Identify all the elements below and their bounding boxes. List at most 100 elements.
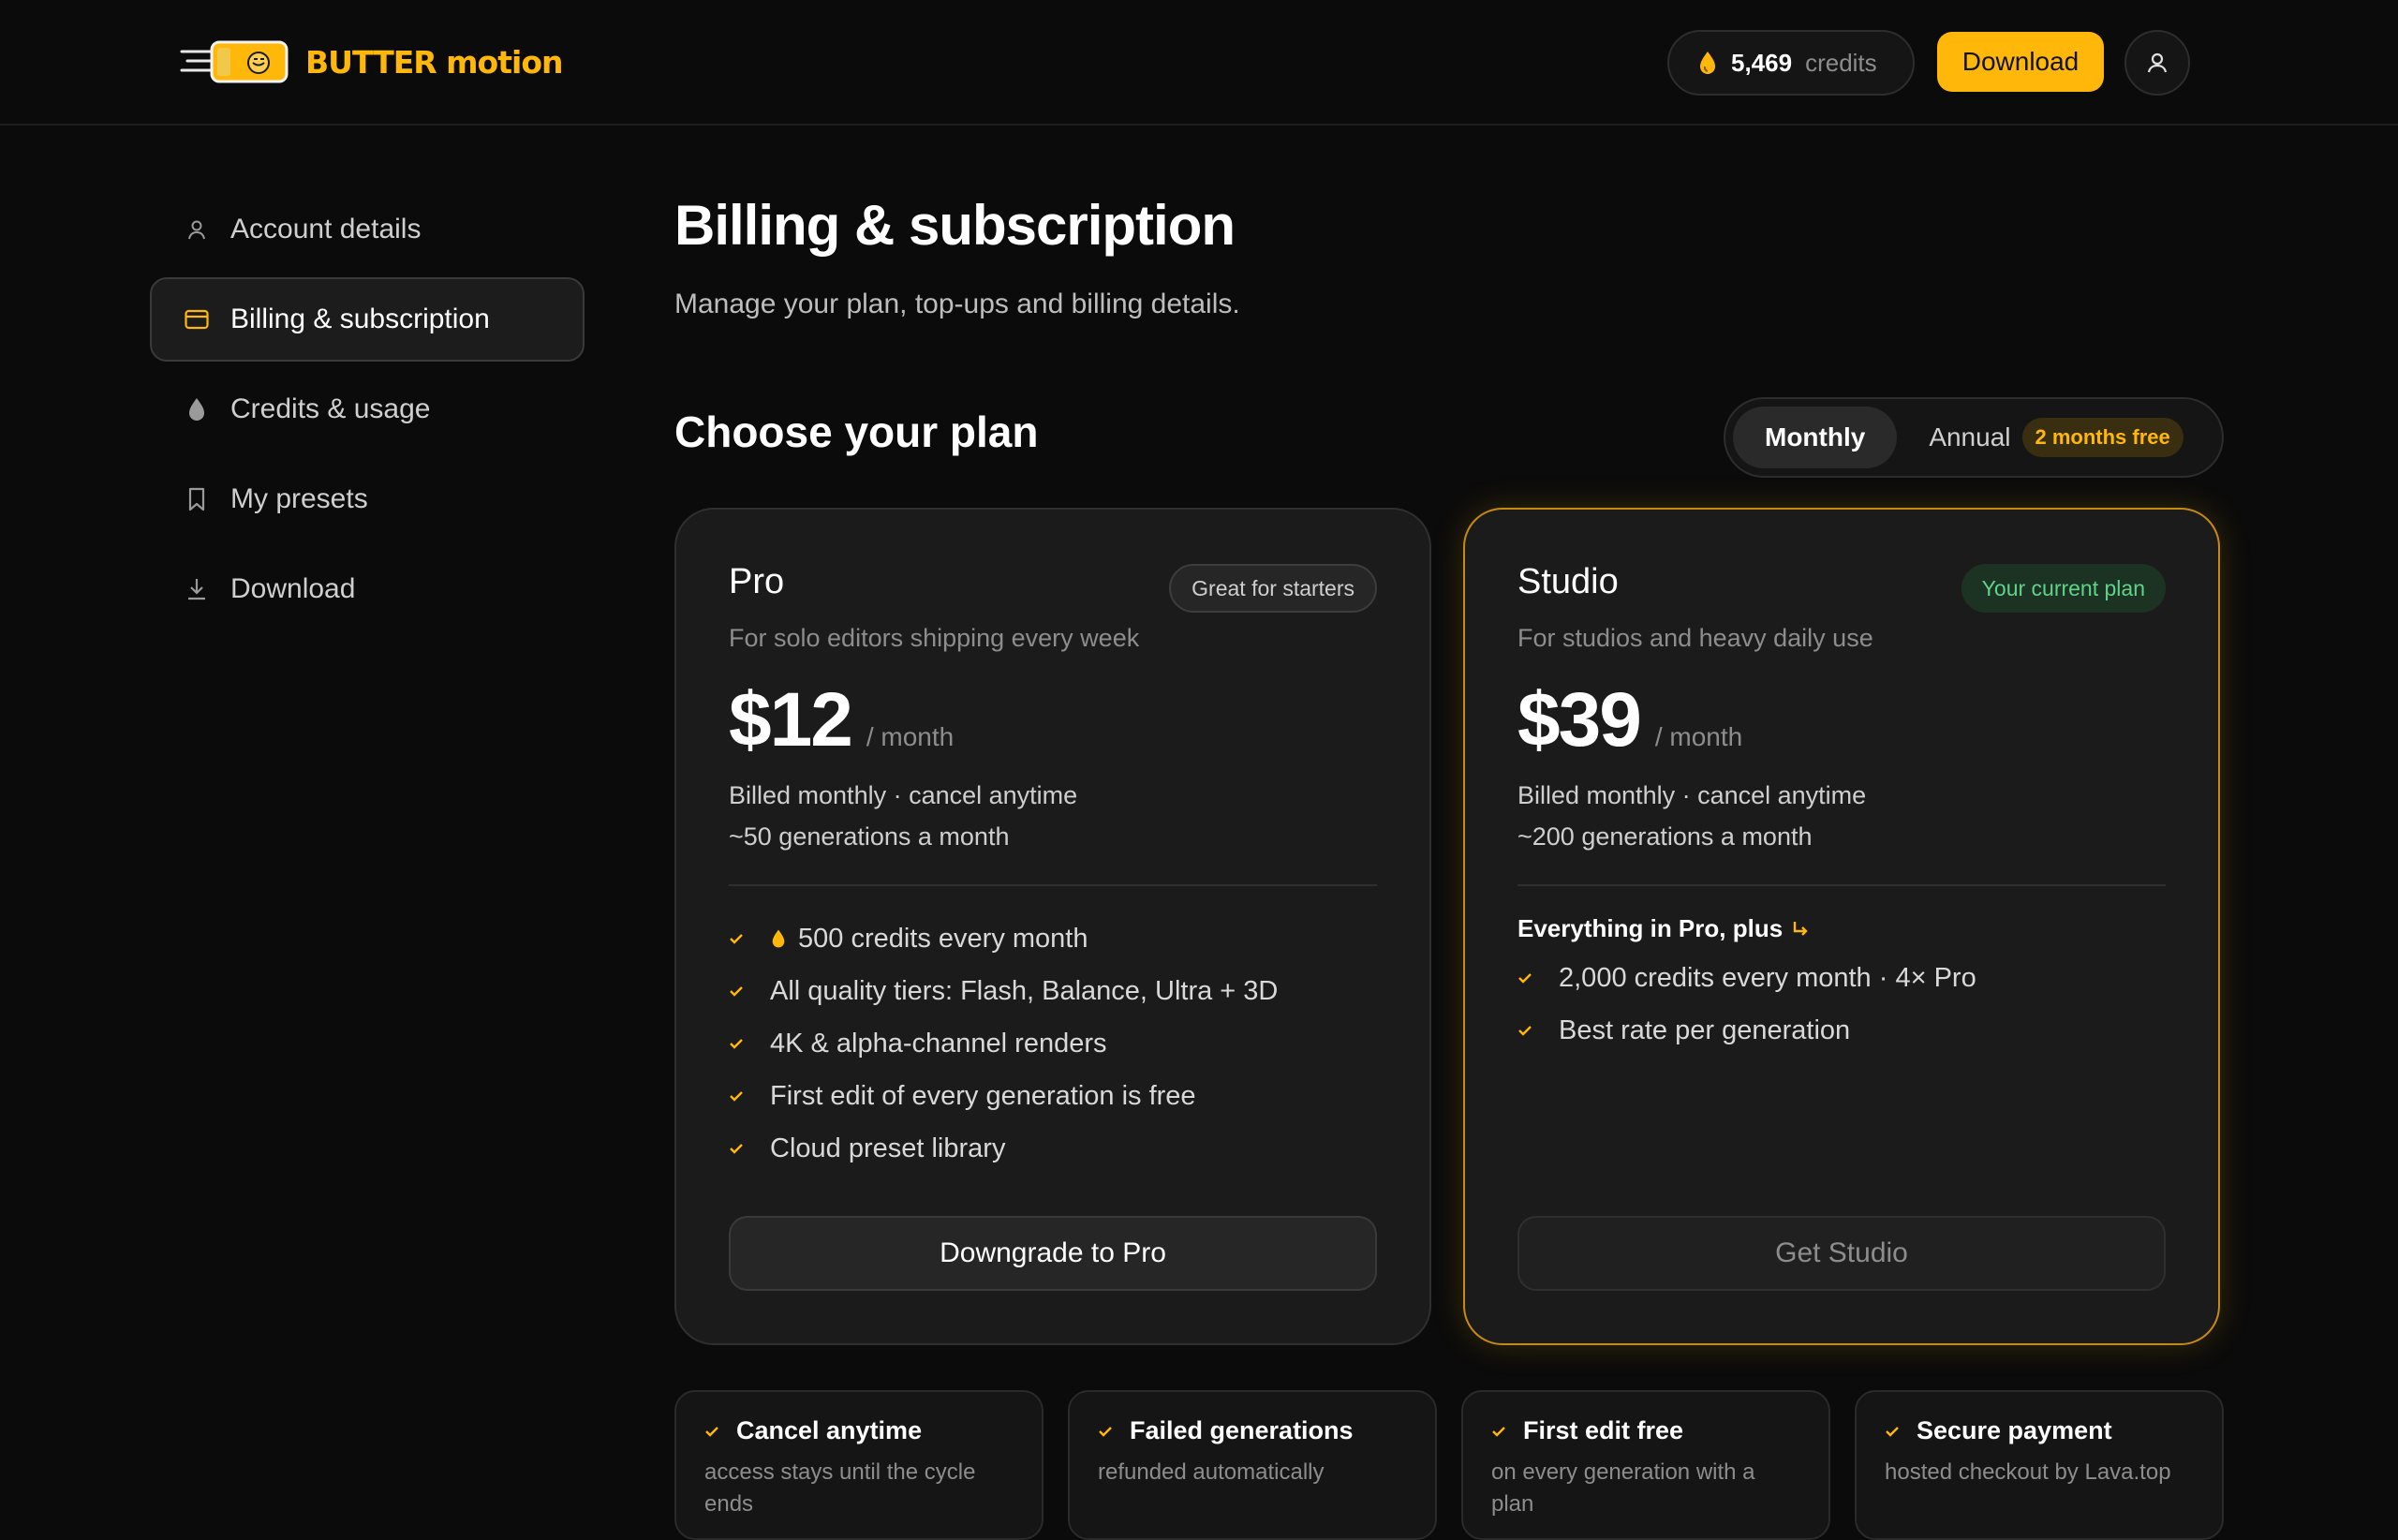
feature-item: All quality tiers: Flash, Balance, Ultra… [729,965,1278,1017]
top-bar: BUTTER motion 5,469 credits Download [0,0,2398,126]
price-period: / month [1654,722,1743,751]
perk-title-text: Cancel anytime [736,1416,923,1444]
feature-item: Best rate per generation [1517,1004,1976,1057]
drop-icon [1700,52,1715,74]
feature-item: First edit of every generation is free [729,1070,1278,1122]
logo[interactable]: BUTTER motion [180,34,563,90]
feature-item: Cloud preset library [729,1122,1278,1175]
annual-discount-badge: 2 months free [2021,418,2183,457]
sidebar-item-label: Account details [230,214,422,244]
sidebar: Account details Billing & subscription C… [150,187,585,637]
feature-item: 500 credits every month [729,912,1278,965]
check-icon [1517,1025,1536,1036]
check-icon [1098,1426,1117,1437]
feature-list: 500 credits every month All quality tier… [729,912,1278,1175]
toggle-monthly[interactable]: Monthly [1733,407,1898,468]
perk-title-text: Failed generations [1130,1416,1354,1444]
credits-label: credits [1805,48,1877,77]
perk-title: Secure payment [1885,1416,2194,1445]
perk-title-text: Secure payment [1917,1416,2112,1444]
sidebar-item-label: My presets [230,483,368,514]
download-button[interactable]: Download [1937,32,2104,92]
perk-title: Cancel anytime [704,1416,1014,1445]
feature-list: 2,000 credits every month · 4× Pro Best … [1517,952,1976,1057]
credits-pill[interactable]: 5,469 credits [1667,30,1915,96]
plan-card-studio: Studio Your current plan For studios and… [1463,508,2220,1345]
butter-logo-icon [180,40,289,83]
billing-period-toggle: Monthly Annual 2 months free [1724,397,2224,478]
get-studio-button[interactable]: Get Studio [1517,1216,2166,1291]
user-icon [2147,52,2168,73]
check-icon [704,1426,723,1437]
perk-description: on every generation with a plan [1491,1459,1755,1517]
user-icon [184,216,210,243]
check-icon [1885,1426,1903,1437]
perk-title: Failed generations [1098,1416,1407,1445]
arrow-down-right-icon [1793,921,1808,936]
plan-card-pro: Pro Great for starters For solo editors … [674,508,1431,1345]
sidebar-item-account-details[interactable]: Account details [150,187,585,272]
perk-card: Secure payment hosted checkout by Lava.t… [1855,1390,2224,1540]
price-amount: $39 [1517,677,1642,763]
check-icon [729,985,748,997]
feature-item: 4K & alpha-channel renders [729,1017,1278,1070]
feature-text: 2,000 credits every month · 4× Pro [1559,962,1976,993]
divider [1517,884,2166,886]
plan-name: Studio [1517,562,1619,601]
perk-description: refunded automatically [1098,1459,1325,1485]
plan-price: $12 / month [729,676,954,764]
check-icon [729,1090,748,1102]
price-amount: $12 [729,677,853,763]
bookmark-icon [184,486,210,512]
sidebar-item-label: Download [230,573,356,604]
feature-text: Cloud preset library [770,1133,1006,1163]
section-title: Choose your plan [674,407,1039,456]
perk-card: First edit free on every generation with… [1461,1390,1830,1540]
downgrade-to-pro-button[interactable]: Downgrade to Pro [729,1216,1377,1291]
sidebar-item-my-presets[interactable]: My presets [150,457,585,541]
feature-text: First edit of every generation is free [770,1080,1196,1111]
billing-note: Billed monthly · cancel anytime [1517,781,1867,809]
feature-text: All quality tiers: Flash, Balance, Ultra… [770,975,1279,1006]
current-plan-badge: Your current plan [1961,564,2166,613]
page-subtitle: Manage your plan, top-ups and billing de… [674,289,1240,319]
page-title: Billing & subscription [674,194,1236,257]
feature-text: 500 credits every month [798,923,1088,954]
check-icon [729,1143,748,1154]
plan-description: For studios and heavy daily use [1517,624,1873,652]
sidebar-item-billing-subscription[interactable]: Billing & subscription [150,277,585,362]
download-icon [184,576,210,602]
generations-note: ~200 generations a month [1517,822,1813,851]
sidebar-item-download[interactable]: Download [150,547,585,631]
check-icon [1517,972,1536,984]
perk-card: Cancel anytime access stays until the cy… [674,1390,1044,1540]
plus-heading: Everything in Pro, plus [1517,914,1811,943]
card-icon [184,306,210,333]
toggle-annual[interactable]: Annual [1897,407,2021,468]
feature-text: 4K & alpha-channel renders [770,1028,1107,1059]
avatar[interactable] [2124,30,2190,96]
perk-description: hosted checkout by Lava.top [1885,1459,2171,1485]
feature-text: Best rate per generation [1559,1014,1851,1045]
check-icon [729,1038,748,1049]
divider [729,884,1377,886]
perk-title: First edit free [1491,1416,1800,1445]
credits-value: 5,469 [1731,48,1793,77]
plan-price: $39 / month [1517,676,1742,764]
generations-note: ~50 generations a month [729,822,1010,851]
billing-note: Billed monthly · cancel anytime [729,781,1078,809]
sidebar-item-label: Billing & subscription [230,304,490,334]
perk-title-text: First edit free [1523,1416,1684,1444]
check-icon [1491,1426,1510,1437]
drop-icon [184,396,210,422]
plan-tag: Great for starters [1169,564,1377,613]
perk-card: Failed generations refunded automaticall… [1068,1390,1437,1540]
plus-heading-text: Everything in Pro, plus [1517,914,1784,942]
price-period: / month [866,722,955,751]
sidebar-item-credits-usage[interactable]: Credits & usage [150,367,585,452]
brand-name: BUTTER motion [305,43,563,81]
feature-item: 2,000 credits every month · 4× Pro [1517,952,1976,1004]
sidebar-item-label: Credits & usage [230,393,431,424]
plan-name: Pro [729,562,785,601]
perk-description: access stays until the cycle ends [704,1459,976,1517]
